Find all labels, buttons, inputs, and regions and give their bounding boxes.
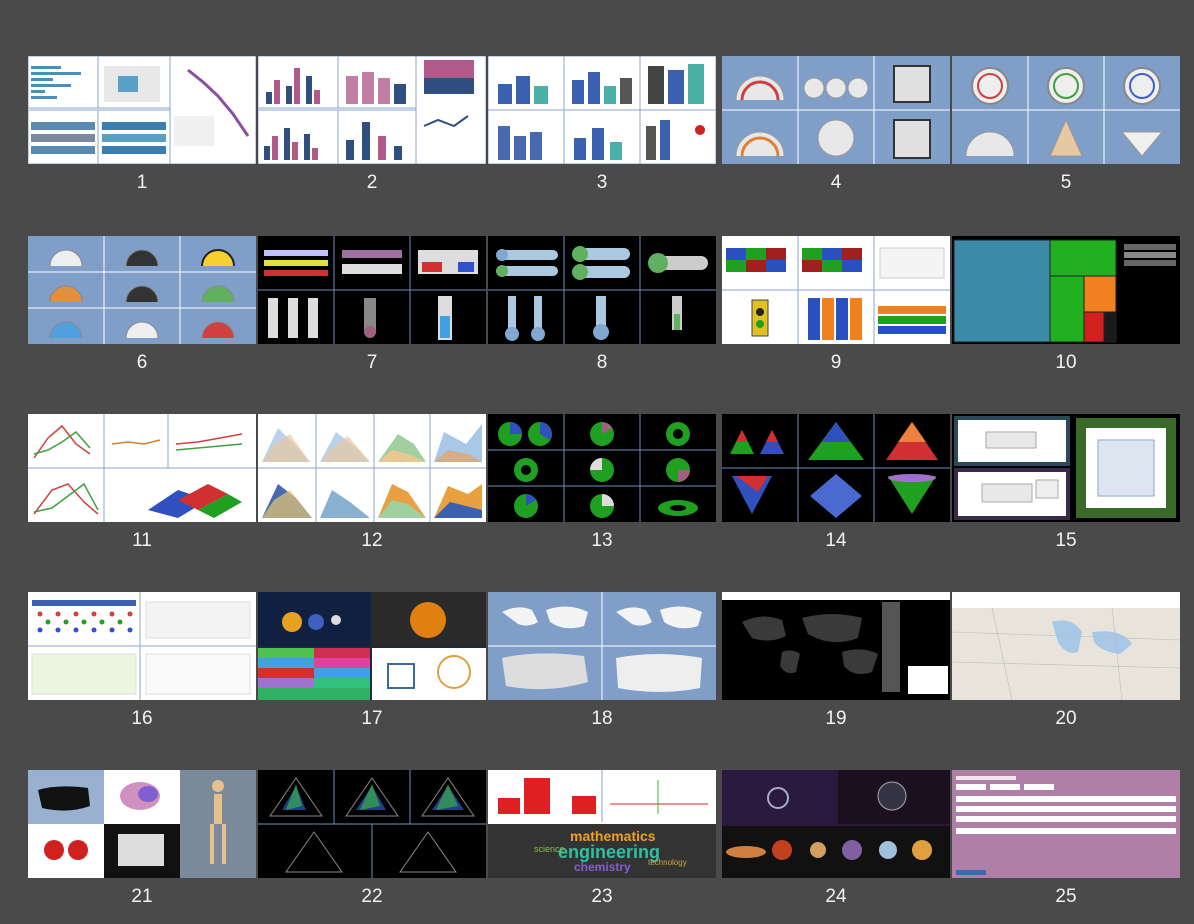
gallery-item-18[interactable]: 18	[488, 592, 716, 742]
thumbnail-20[interactable]	[952, 592, 1180, 700]
thumbnail-label: 25	[1055, 886, 1077, 907]
thumbnail-8[interactable]	[488, 236, 716, 344]
thumbnail-6[interactable]	[28, 236, 256, 344]
thumbnail-label: 14	[825, 530, 847, 551]
thumbnail-7[interactable]	[258, 236, 486, 344]
thumbnail-25[interactable]	[952, 770, 1180, 878]
thumbnail-label: 3	[596, 172, 608, 193]
thumbnail-18[interactable]	[488, 592, 716, 700]
thumbnail-2[interactable]	[258, 56, 486, 164]
gallery-item-5[interactable]: 5	[952, 56, 1180, 206]
thumbnail-label: 10	[1055, 352, 1077, 373]
thumbnail-label: 12	[361, 530, 383, 551]
thumbnail-label: 24	[825, 886, 847, 907]
gallery-item-20[interactable]: 20	[952, 592, 1180, 742]
gallery-item-11[interactable]: 11	[28, 414, 256, 564]
thumbnail-10[interactable]	[952, 236, 1180, 344]
thumbnail-1[interactable]	[28, 56, 256, 164]
thumbnail-label: 6	[136, 352, 148, 373]
thumbnail-label: 11	[132, 530, 152, 551]
gallery-item-17[interactable]: 17	[258, 592, 486, 742]
gallery-item-7[interactable]: 7	[258, 236, 486, 386]
thumbnail-label: 15	[1055, 530, 1077, 551]
thumbnail-15[interactable]	[952, 414, 1180, 522]
thumbnail-12[interactable]	[258, 414, 486, 522]
thumbnail-9[interactable]	[722, 236, 950, 344]
gallery-item-3[interactable]: 3	[488, 56, 716, 206]
gallery-item-16[interactable]: 16	[28, 592, 256, 742]
gallery-item-9[interactable]: 9	[722, 236, 950, 386]
gallery-item-21[interactable]: 21	[28, 770, 256, 920]
thumbnail-11[interactable]	[28, 414, 256, 522]
gallery-item-6[interactable]: 6	[28, 236, 256, 386]
thumbnail-16[interactable]	[28, 592, 256, 700]
gallery-item-23[interactable]: mathematics engineering science chemistr…	[488, 770, 716, 920]
thumbnail-label: 7	[366, 352, 378, 373]
thumbnail-label: 19	[825, 708, 847, 729]
gallery-item-2[interactable]: 2	[258, 56, 486, 206]
thumbnail-17[interactable]	[258, 592, 486, 700]
gallery-item-10[interactable]: 10	[952, 236, 1180, 386]
thumbnail-label: 17	[361, 708, 383, 729]
gallery-item-15[interactable]: 15	[952, 414, 1180, 564]
thumbnail-22[interactable]	[258, 770, 486, 878]
gallery-item-25[interactable]: 25	[952, 770, 1180, 920]
thumbnail-label: 4	[830, 172, 842, 193]
thumbnail-14[interactable]	[722, 414, 950, 522]
wordcloud-word: technology	[648, 858, 687, 867]
thumbnail-label: 21	[131, 886, 153, 907]
gallery-item-13[interactable]: 13	[488, 414, 716, 564]
gallery-item-8[interactable]: 8	[488, 236, 716, 386]
thumbnail-23[interactable]: mathematics engineering science chemistr…	[488, 770, 716, 878]
thumbnail-label: 22	[361, 886, 383, 907]
thumbnail-5[interactable]	[952, 56, 1180, 164]
thumbnail-label: 1	[136, 172, 148, 193]
thumbnail-4[interactable]	[722, 56, 950, 164]
gallery-item-14[interactable]: 14	[722, 414, 950, 564]
wordcloud-panel: mathematics engineering science chemistr…	[488, 824, 716, 878]
gallery-item-22[interactable]: 22	[258, 770, 486, 920]
thumbnail-3[interactable]	[488, 56, 716, 164]
dashboard-gallery: 1 2 3 4 5 6 7 8 9 10 11 12 13 14 15 16 1…	[0, 0, 1194, 924]
thumbnail-label: 13	[591, 530, 613, 551]
thumbnail-label: 5	[1060, 172, 1072, 193]
gallery-item-1[interactable]: 1	[28, 56, 256, 206]
gallery-item-4[interactable]: 4	[722, 56, 950, 206]
thumbnail-label: 18	[591, 708, 613, 729]
thumbnail-24[interactable]	[722, 770, 950, 878]
thumbnail-label: 20	[1055, 708, 1077, 729]
thumbnail-label: 9	[830, 352, 842, 373]
thumbnail-21[interactable]	[28, 770, 256, 878]
thumbnail-label: 16	[131, 708, 153, 729]
thumbnail-19[interactable]	[722, 592, 950, 700]
thumbnail-label: 2	[366, 172, 378, 193]
gallery-item-19[interactable]: 19	[722, 592, 950, 742]
thumbnail-label: 23	[591, 886, 613, 907]
thumbnail-13[interactable]	[488, 414, 716, 522]
gallery-item-24[interactable]: 24	[722, 770, 950, 920]
gallery-item-12[interactable]: 12	[258, 414, 486, 564]
wordcloud-word: science	[534, 844, 565, 854]
thumbnail-label: 8	[596, 352, 608, 373]
wordcloud-word: chemistry	[574, 860, 631, 874]
